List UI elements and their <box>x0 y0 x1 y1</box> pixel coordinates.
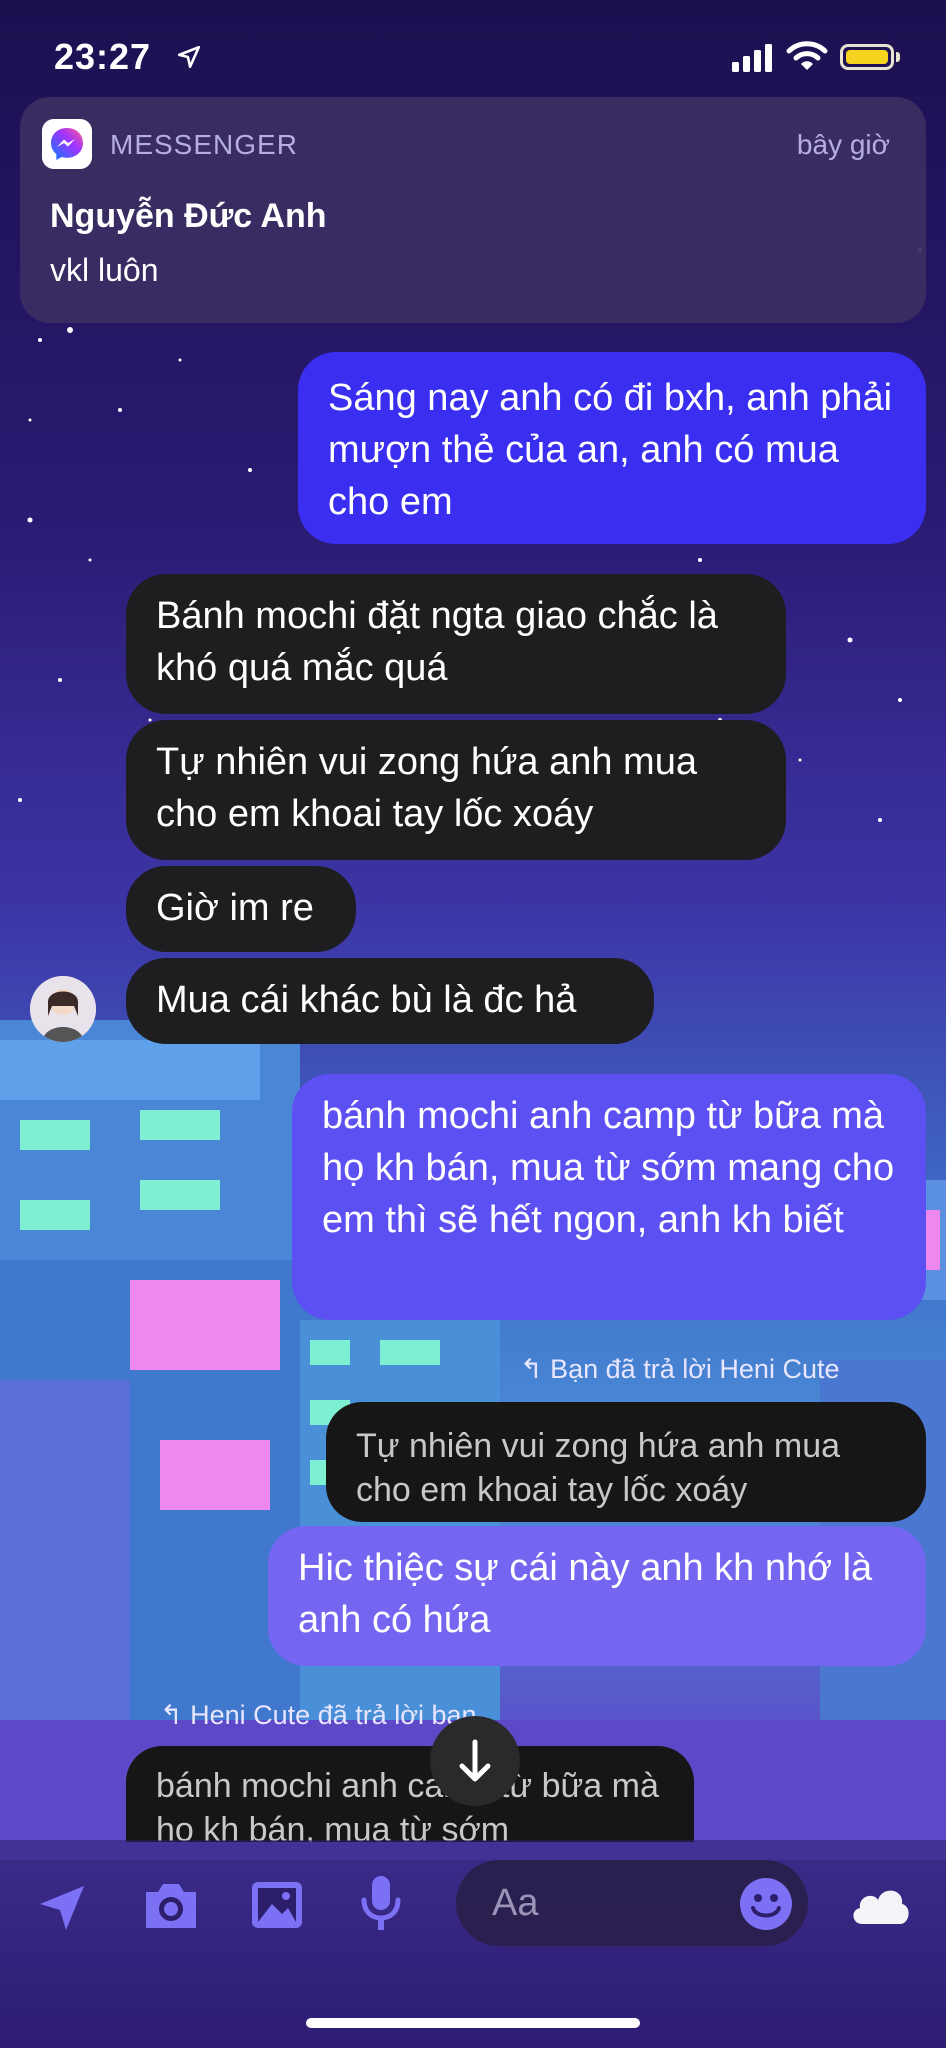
notification-time: bây giờ <box>796 129 890 160</box>
reply-indicator: ↰ Bạn đã trả lời Heni Cute <box>520 1354 840 1384</box>
notification-sender: Nguyễn Đức Anh <box>50 197 327 235</box>
contact-avatar[interactable] <box>30 976 96 1042</box>
message-bubble-outgoing[interactable]: Sáng nay anh có đi bxh, anh phải mượn th… <box>298 352 926 544</box>
notification-banner[interactable]: MESSENGER bây giờ Nguyễn Đức Anh vkl luô… <box>20 97 926 323</box>
message-bubble-outgoing[interactable]: bánh mochi anh camp từ bữa mà họ kh bán,… <box>292 1074 926 1320</box>
wifi-icon <box>786 41 828 70</box>
reply-arrow-icon: ↰ <box>160 1700 191 1730</box>
messenger-app-icon <box>42 119 92 169</box>
microphone-icon[interactable] <box>356 1872 406 1936</box>
quoted-message[interactable]: bánh mochi anh camp từ bữa mà họ kh bán,… <box>126 1746 694 1842</box>
message-bubble-incoming[interactable]: Tự nhiên vui zong hứa anh mua cho em kho… <box>126 720 786 860</box>
cloud-icon[interactable] <box>848 1880 912 1926</box>
photo-icon[interactable] <box>248 1876 306 1934</box>
message-bubble-incoming[interactable]: Mua cái khác bù là đc hả <box>126 958 654 1044</box>
arrow-down-icon <box>459 1739 491 1782</box>
status-bar: 23:27 <box>0 0 946 100</box>
battery-icon <box>840 44 894 70</box>
cellular-signal-icon <box>732 44 772 72</box>
message-bubble-incoming[interactable]: Bánh mochi đặt ngta giao chắc là khó quá… <box>126 574 786 714</box>
emoji-icon[interactable] <box>738 1876 794 1932</box>
message-bubble-outgoing[interactable]: Hic thiệc sự cái này anh kh nhớ là anh c… <box>268 1526 926 1666</box>
location-arrow-icon <box>177 45 201 69</box>
message-bubble-incoming[interactable]: Giờ im re <box>126 866 356 952</box>
notification-app-name: MESSENGER <box>110 129 298 160</box>
home-indicator <box>306 2018 640 2028</box>
status-time: 23:27 <box>54 36 152 77</box>
reply-arrow-icon: ↰ <box>520 1354 551 1384</box>
battery-tip <box>896 52 900 62</box>
message-input-placeholder: Aa <box>492 1882 539 1924</box>
avatar-photo <box>30 976 96 1042</box>
notification-message: vkl luôn <box>50 252 159 288</box>
camera-icon[interactable] <box>140 1878 202 1934</box>
scroll-to-bottom-button[interactable] <box>430 1716 520 1806</box>
send-location-icon[interactable] <box>34 1880 90 1936</box>
quoted-message[interactable]: Tự nhiên vui zong hứa anh mua cho em kho… <box>326 1402 926 1522</box>
